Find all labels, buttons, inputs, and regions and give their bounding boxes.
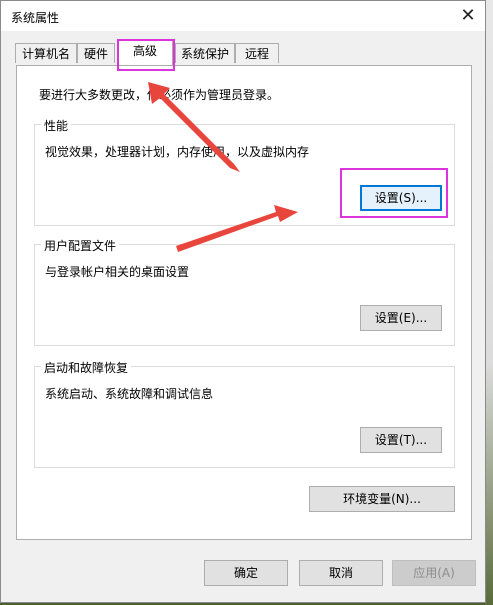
apply-button[interactable]: 应用(A) bbox=[392, 560, 476, 586]
background-window-edge bbox=[485, 0, 493, 605]
performance-group-title: 性能 bbox=[41, 117, 72, 134]
startup-recovery-group-title: 启动和故障恢复 bbox=[41, 359, 132, 376]
tab-hardware[interactable]: 硬件 bbox=[77, 43, 115, 63]
environment-variables-button[interactable]: 环境变量(N)... bbox=[309, 486, 455, 512]
user-profiles-group: 用户配置文件 与登录帐户相关的桌面设置 设置(E)... bbox=[34, 237, 455, 346]
admin-note: 要进行大多数更改，你必须作为管理员登录。 bbox=[39, 88, 280, 102]
user-profiles-description: 与登录帐户相关的桌面设置 bbox=[45, 265, 190, 279]
tab-system-protection[interactable]: 系统保护 bbox=[175, 43, 235, 63]
ok-button[interactable]: 确定 bbox=[204, 560, 288, 586]
tab-computer-name[interactable]: 计算机名 bbox=[15, 43, 77, 63]
title-bar[interactable]: 系统属性 ✕ bbox=[1, 1, 485, 31]
startup-recovery-description: 系统启动、系统故障和调试信息 bbox=[45, 387, 214, 401]
startup-recovery-group: 启动和故障恢复 系统启动、系统故障和调试信息 设置(T)... bbox=[34, 359, 455, 468]
advanced-tab-panel: 要进行大多数更改，你必须作为管理员登录。 性能 视觉效果，处理器计划，内存使用，… bbox=[16, 65, 472, 540]
performance-group: 性能 视觉效果，处理器计划，内存使用，以及虚拟内存 设置(S)... bbox=[34, 117, 455, 226]
close-icon[interactable]: ✕ bbox=[457, 5, 479, 27]
system-properties-dialog: 系统属性 ✕ 计算机名 硬件 高级 系统保护 远程 要进行大多数更改，你必须作为… bbox=[0, 0, 486, 603]
tab-advanced[interactable]: 高级 bbox=[117, 40, 173, 65]
user-profiles-settings-button[interactable]: 设置(E)... bbox=[360, 305, 442, 331]
cancel-button[interactable]: 取消 bbox=[299, 560, 383, 586]
tab-remote[interactable]: 远程 bbox=[235, 43, 279, 63]
performance-description: 视觉效果，处理器计划，内存使用，以及虚拟内存 bbox=[45, 145, 310, 159]
user-profiles-group-title: 用户配置文件 bbox=[41, 237, 120, 254]
performance-settings-button[interactable]: 设置(S)... bbox=[360, 185, 442, 211]
startup-recovery-settings-button[interactable]: 设置(T)... bbox=[360, 427, 442, 453]
dialog-title: 系统属性 bbox=[11, 11, 60, 25]
